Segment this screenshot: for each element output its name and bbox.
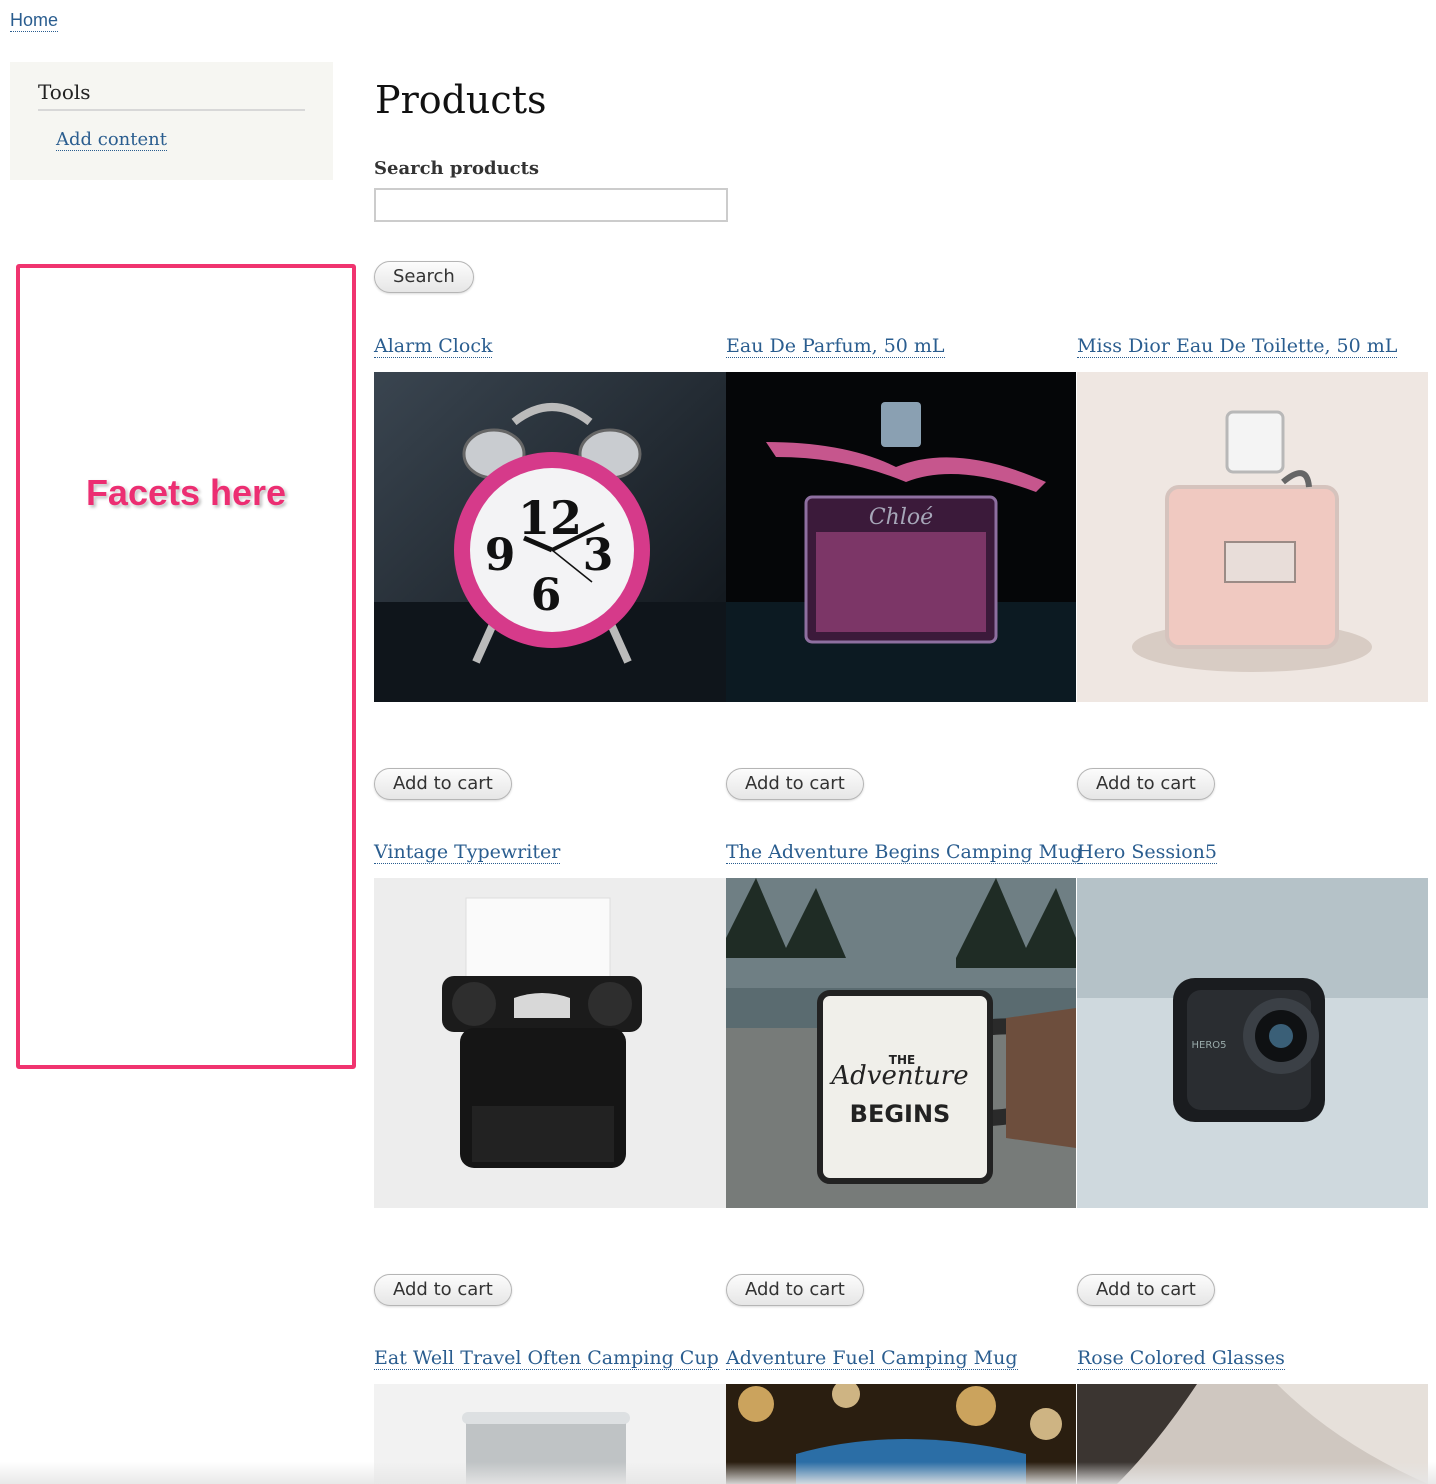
clock-three: 3	[583, 530, 614, 581]
product-title[interactable]: The Adventure Begins Camping Mug	[726, 841, 1083, 864]
page-title: Products	[375, 78, 547, 122]
product-card: Eau De Parfum, 50 mL Chloé Add to cart	[726, 335, 1078, 847]
bottom-fade	[0, 1462, 1436, 1484]
product-card: Hero Session5 HERO5 Add to cart	[1077, 841, 1429, 1353]
product-title[interactable]: Vintage Typewriter	[374, 841, 561, 864]
tools-divider	[38, 109, 305, 111]
camera-brand: HERO5	[1191, 1040, 1226, 1051]
product-image-alarm-clock[interactable]: 12 9 3 6	[374, 372, 726, 702]
add-to-cart-button[interactable]: Add to cart	[726, 1274, 864, 1306]
add-content-link[interactable]: Add content	[56, 129, 167, 151]
product-title[interactable]: Adventure Fuel Camping Mug	[726, 1347, 1018, 1370]
tools-block: Tools Add content	[10, 62, 333, 180]
add-to-cart-button[interactable]: Add to cart	[1077, 768, 1215, 800]
add-to-cart-button[interactable]: Add to cart	[374, 1274, 512, 1306]
clock-six: 6	[531, 570, 562, 621]
add-to-cart-button[interactable]: Add to cart	[1077, 1274, 1215, 1306]
facets-placeholder: Facets here	[16, 264, 356, 1069]
search-input[interactable]	[374, 188, 728, 222]
product-card: Vintage Typewriter Add to cart	[374, 841, 726, 1353]
perfume-brand: Chloé	[869, 505, 933, 530]
search-label: Search products	[374, 158, 540, 179]
mug-begins: BEGINS	[850, 1100, 951, 1128]
product-title[interactable]: Alarm Clock	[374, 335, 493, 358]
product-title[interactable]: Rose Colored Glasses	[1077, 1347, 1285, 1370]
add-to-cart-button[interactable]: Add to cart	[726, 768, 864, 800]
product-title[interactable]: Eat Well Travel Often Camping Cup	[374, 1347, 719, 1370]
product-card: The Adventure Begins Camping Mug THE Adv…	[726, 841, 1083, 1353]
product-card: Alarm Clock 12 9 3 6 Add to cart	[374, 335, 726, 847]
product-image-vintage-typewriter[interactable]	[374, 878, 726, 1208]
search-button[interactable]: Search	[374, 261, 474, 293]
add-to-cart-button[interactable]: Add to cart	[374, 768, 512, 800]
tools-title: Tools	[38, 80, 91, 104]
product-image-eau-de-parfum[interactable]: Chloé	[726, 372, 1078, 702]
clock-nine: 9	[485, 530, 516, 581]
facets-placeholder-label: Facets here	[85, 472, 287, 513]
product-image-hero-session5[interactable]: HERO5	[1077, 878, 1429, 1208]
product-title[interactable]: Hero Session5	[1077, 841, 1217, 864]
product-title[interactable]: Eau De Parfum, 50 mL	[726, 335, 945, 358]
breadcrumb-home[interactable]: Home	[10, 10, 59, 32]
product-image-miss-dior[interactable]	[1077, 372, 1429, 702]
mug-adventure: Adventure	[829, 1061, 968, 1091]
product-title[interactable]: Miss Dior Eau De Toilette, 50 mL	[1077, 335, 1398, 358]
product-image-adventure-begins-mug[interactable]: THE Adventure BEGINS	[726, 878, 1078, 1208]
product-card: Miss Dior Eau De Toilette, 50 mL Add to …	[1077, 335, 1429, 847]
